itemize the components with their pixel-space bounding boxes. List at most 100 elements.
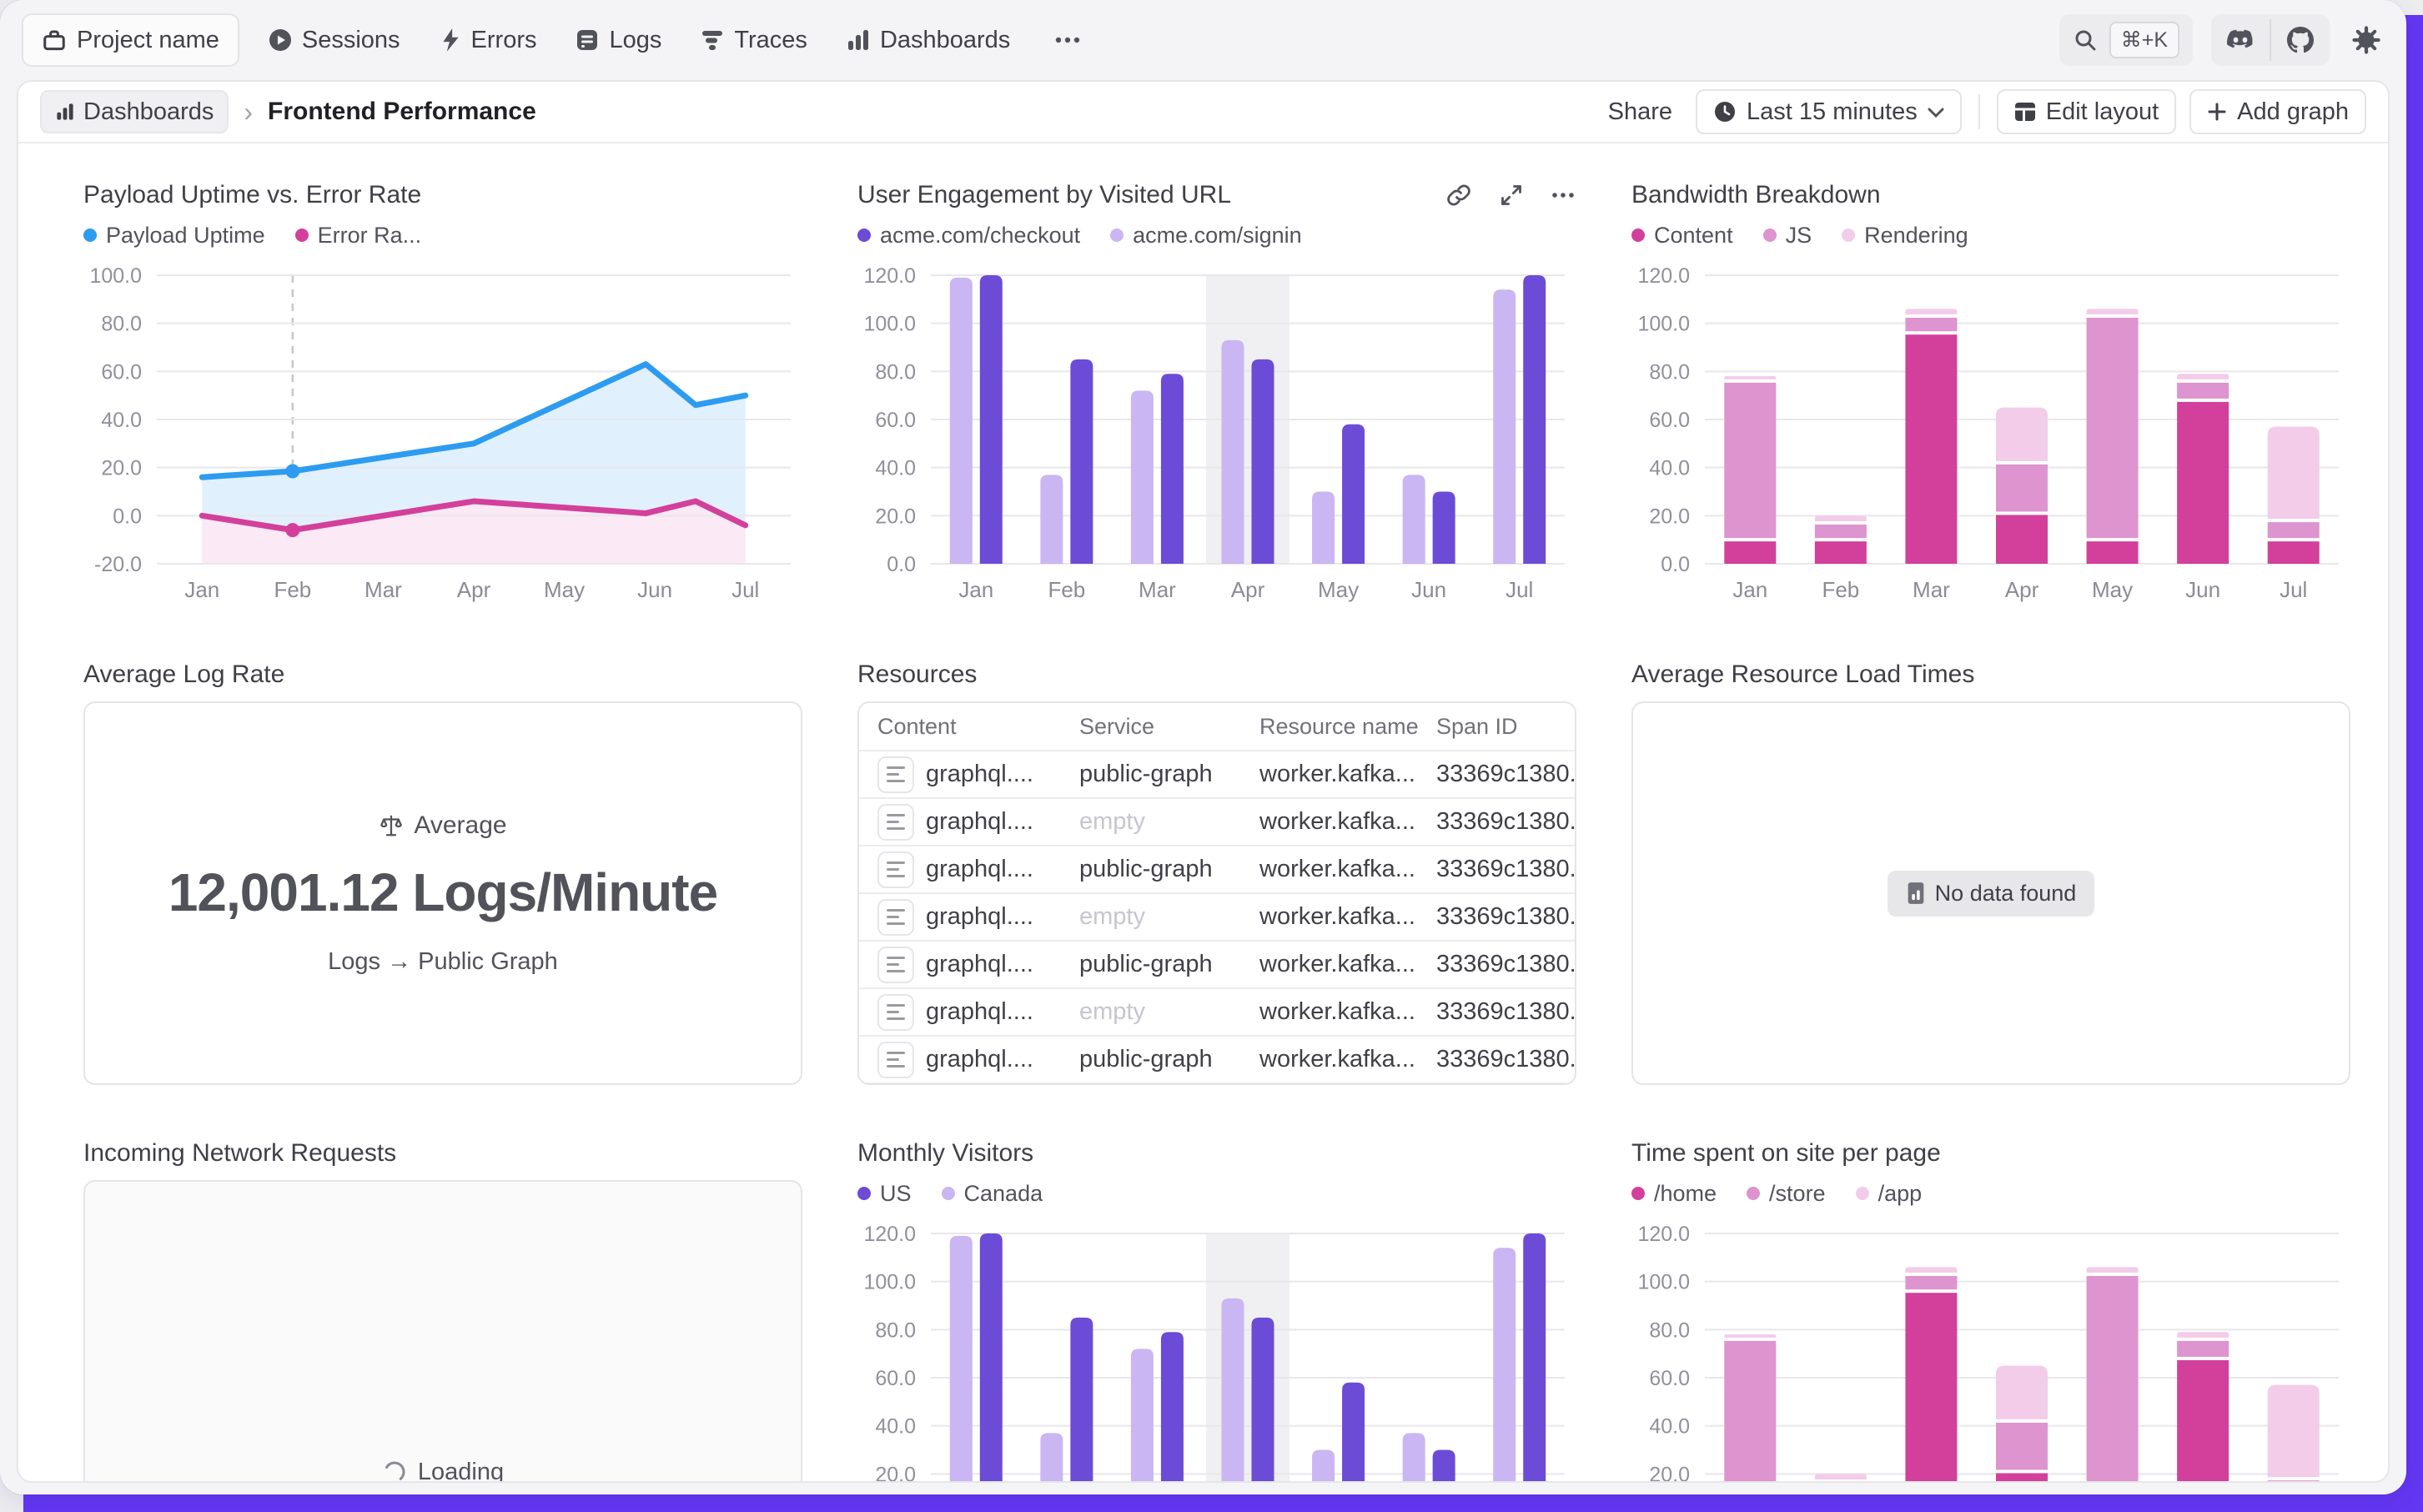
- project-switcher-button[interactable]: Project name: [22, 13, 239, 67]
- svg-text:100.0: 100.0: [863, 1271, 916, 1294]
- top-nav: Project name Sessions Errors Logs Trace: [0, 0, 2406, 80]
- table-row[interactable]: graphql.... empty worker.kafka... 33369c…: [859, 989, 1575, 1037]
- log-rate-source: Logs → Public Graph: [168, 948, 717, 976]
- loading-indicator: Loading: [382, 1459, 504, 1484]
- scale-icon: [379, 813, 404, 838]
- primary-nav: Sessions Errors Logs Traces Dashboards: [268, 27, 1087, 54]
- legend-item[interactable]: US: [857, 1181, 912, 1207]
- toolbar-actions: Share Last 15 minutes Edit layout Add gr…: [1608, 89, 2366, 134]
- svg-text:100.0: 100.0: [863, 313, 916, 336]
- legend-dot: [942, 1187, 955, 1200]
- service-cell: public-graph: [1079, 856, 1259, 883]
- copy-link-button[interactable]: [1445, 181, 1473, 209]
- resource-cell: worker.kafka...: [1259, 808, 1436, 836]
- svg-text:40.0: 40.0: [1649, 1415, 1690, 1439]
- table-row[interactable]: graphql.... public-graph worker.kafka...…: [859, 751, 1575, 799]
- loading-label: Loading: [418, 1459, 504, 1484]
- divider: [1978, 94, 1980, 129]
- content-panel: Dashboards › Frontend Performance Share …: [17, 80, 2390, 1483]
- chart-legend: Content JS Rendering: [1631, 222, 2350, 249]
- svg-text:Mar: Mar: [1139, 577, 1176, 602]
- svg-text:Jul: Jul: [2280, 577, 2307, 602]
- time-range-dropdown[interactable]: Last 15 minutes: [1696, 89, 1962, 134]
- tile-title: Average Resource Load Times: [1631, 661, 1974, 689]
- layout-icon: [2014, 102, 2036, 122]
- legend-item[interactable]: acme.com/checkout: [857, 223, 1080, 249]
- legend-label: acme.com/checkout: [880, 223, 1080, 249]
- plus-icon: [2207, 102, 2227, 122]
- svg-text:40.0: 40.0: [101, 409, 142, 432]
- tile-time-spent: Time spent on site per page /home /store…: [1631, 1138, 2350, 1483]
- tile-monthly-visitors: Monthly Visitors US Canada 120.0100.080.…: [857, 1138, 1576, 1483]
- payload-uptime-chart: 100.080.060.040.020.00.0-20.0JanFebMarAp…: [83, 262, 802, 606]
- resource-cell: worker.kafka...: [1259, 1046, 1436, 1073]
- legend-item[interactable]: Canada: [942, 1181, 1043, 1207]
- share-button[interactable]: Share: [1608, 98, 1672, 126]
- breadcrumb-dashboards[interactable]: Dashboards: [40, 90, 229, 133]
- tile-average-log-rate: Average Log Rate Average 12,001.12 Logs/…: [83, 660, 802, 1085]
- legend-item[interactable]: /app: [1856, 1181, 1923, 1207]
- legend-item[interactable]: Error Ra...: [295, 223, 422, 249]
- github-button[interactable]: [2271, 14, 2330, 66]
- clock-icon: [1713, 100, 1737, 123]
- nav-item-traces[interactable]: Traces: [700, 27, 807, 54]
- bandwidth-chart: 120.0100.080.060.040.020.00.0JanFebMarAp…: [1631, 262, 2350, 606]
- span-id-cell: 33369c1380...: [1436, 856, 1575, 883]
- nav-more-button[interactable]: [1048, 31, 1087, 49]
- table-row[interactable]: graphql.... empty worker.kafka... 33369c…: [859, 894, 1575, 942]
- chevron-down-icon: [1928, 107, 1944, 118]
- svg-text:100.0: 100.0: [1637, 313, 1690, 336]
- no-data-label: No data found: [1935, 881, 2077, 907]
- legend-label: JS: [1786, 223, 1812, 249]
- span-id-cell: 33369c1380...: [1436, 903, 1575, 931]
- settings-button[interactable]: [2348, 22, 2385, 58]
- add-graph-button[interactable]: Add graph: [2189, 89, 2366, 134]
- table-row[interactable]: graphql.... public-graph worker.kafka...…: [859, 1037, 1575, 1084]
- log-row-icon: [877, 899, 914, 936]
- service-cell: public-graph: [1079, 951, 1259, 978]
- column-header: Resource name: [1259, 714, 1436, 740]
- github-icon: [2287, 27, 2314, 53]
- bar-chart-icon: [846, 28, 871, 53]
- svg-text:120.0: 120.0: [1637, 1223, 1690, 1246]
- column-header: Span ID: [1436, 714, 1575, 740]
- tile-menu-button[interactable]: [1550, 190, 1576, 200]
- legend-item[interactable]: Rendering: [1842, 223, 1968, 249]
- svg-text:60.0: 60.0: [875, 409, 916, 432]
- legend-item[interactable]: Content: [1631, 223, 1733, 249]
- svg-text:120.0: 120.0: [863, 1223, 916, 1246]
- expand-button[interactable]: [1498, 182, 1525, 208]
- legend-item[interactable]: /store: [1747, 1181, 1826, 1207]
- edit-layout-button[interactable]: Edit layout: [1997, 89, 2176, 134]
- log-row-icon: [877, 756, 914, 793]
- legend-label: /app: [1878, 1181, 1923, 1207]
- discord-button[interactable]: [2211, 14, 2270, 66]
- svg-text:100.0: 100.0: [89, 264, 142, 288]
- legend-dot: [1631, 229, 1645, 242]
- breadcrumb-separator: ›: [244, 97, 253, 128]
- svg-text:Feb: Feb: [274, 577, 311, 602]
- search-button[interactable]: ⌘+K: [2059, 14, 2193, 66]
- table-row[interactable]: graphql.... public-graph worker.kafka...…: [859, 942, 1575, 989]
- column-header: Content: [877, 714, 1079, 740]
- bolt-icon: [439, 28, 462, 53]
- time-spent-chart: 120.0100.080.060.040.020.00.0JanFebMarAp…: [1631, 1220, 2350, 1483]
- svg-text:Feb: Feb: [1822, 577, 1859, 602]
- legend-item[interactable]: JS: [1763, 223, 1812, 249]
- legend-item[interactable]: Payload Uptime: [83, 223, 265, 249]
- legend-label: Payload Uptime: [106, 223, 265, 249]
- nav-item-sessions[interactable]: Sessions: [268, 27, 400, 54]
- legend-label: acme.com/signin: [1133, 223, 1302, 249]
- tile-title: User Engagement by Visited URL: [857, 181, 1231, 209]
- service-cell: public-graph: [1079, 1046, 1259, 1073]
- nav-item-logs[interactable]: Logs: [575, 27, 661, 54]
- table-row[interactable]: graphql.... public-graph worker.kafka...…: [859, 846, 1575, 894]
- legend-item[interactable]: /home: [1631, 1181, 1717, 1207]
- resource-cell: worker.kafka...: [1259, 903, 1436, 931]
- table-row[interactable]: graphql.... empty worker.kafka... 33369c…: [859, 799, 1575, 846]
- legend-item[interactable]: acme.com/signin: [1110, 223, 1302, 249]
- legend-dot: [857, 229, 871, 242]
- nav-item-errors[interactable]: Errors: [439, 27, 537, 54]
- table-header: ContentServiceResource nameSpan ID: [859, 703, 1575, 751]
- nav-item-dashboards[interactable]: Dashboards: [846, 27, 1010, 54]
